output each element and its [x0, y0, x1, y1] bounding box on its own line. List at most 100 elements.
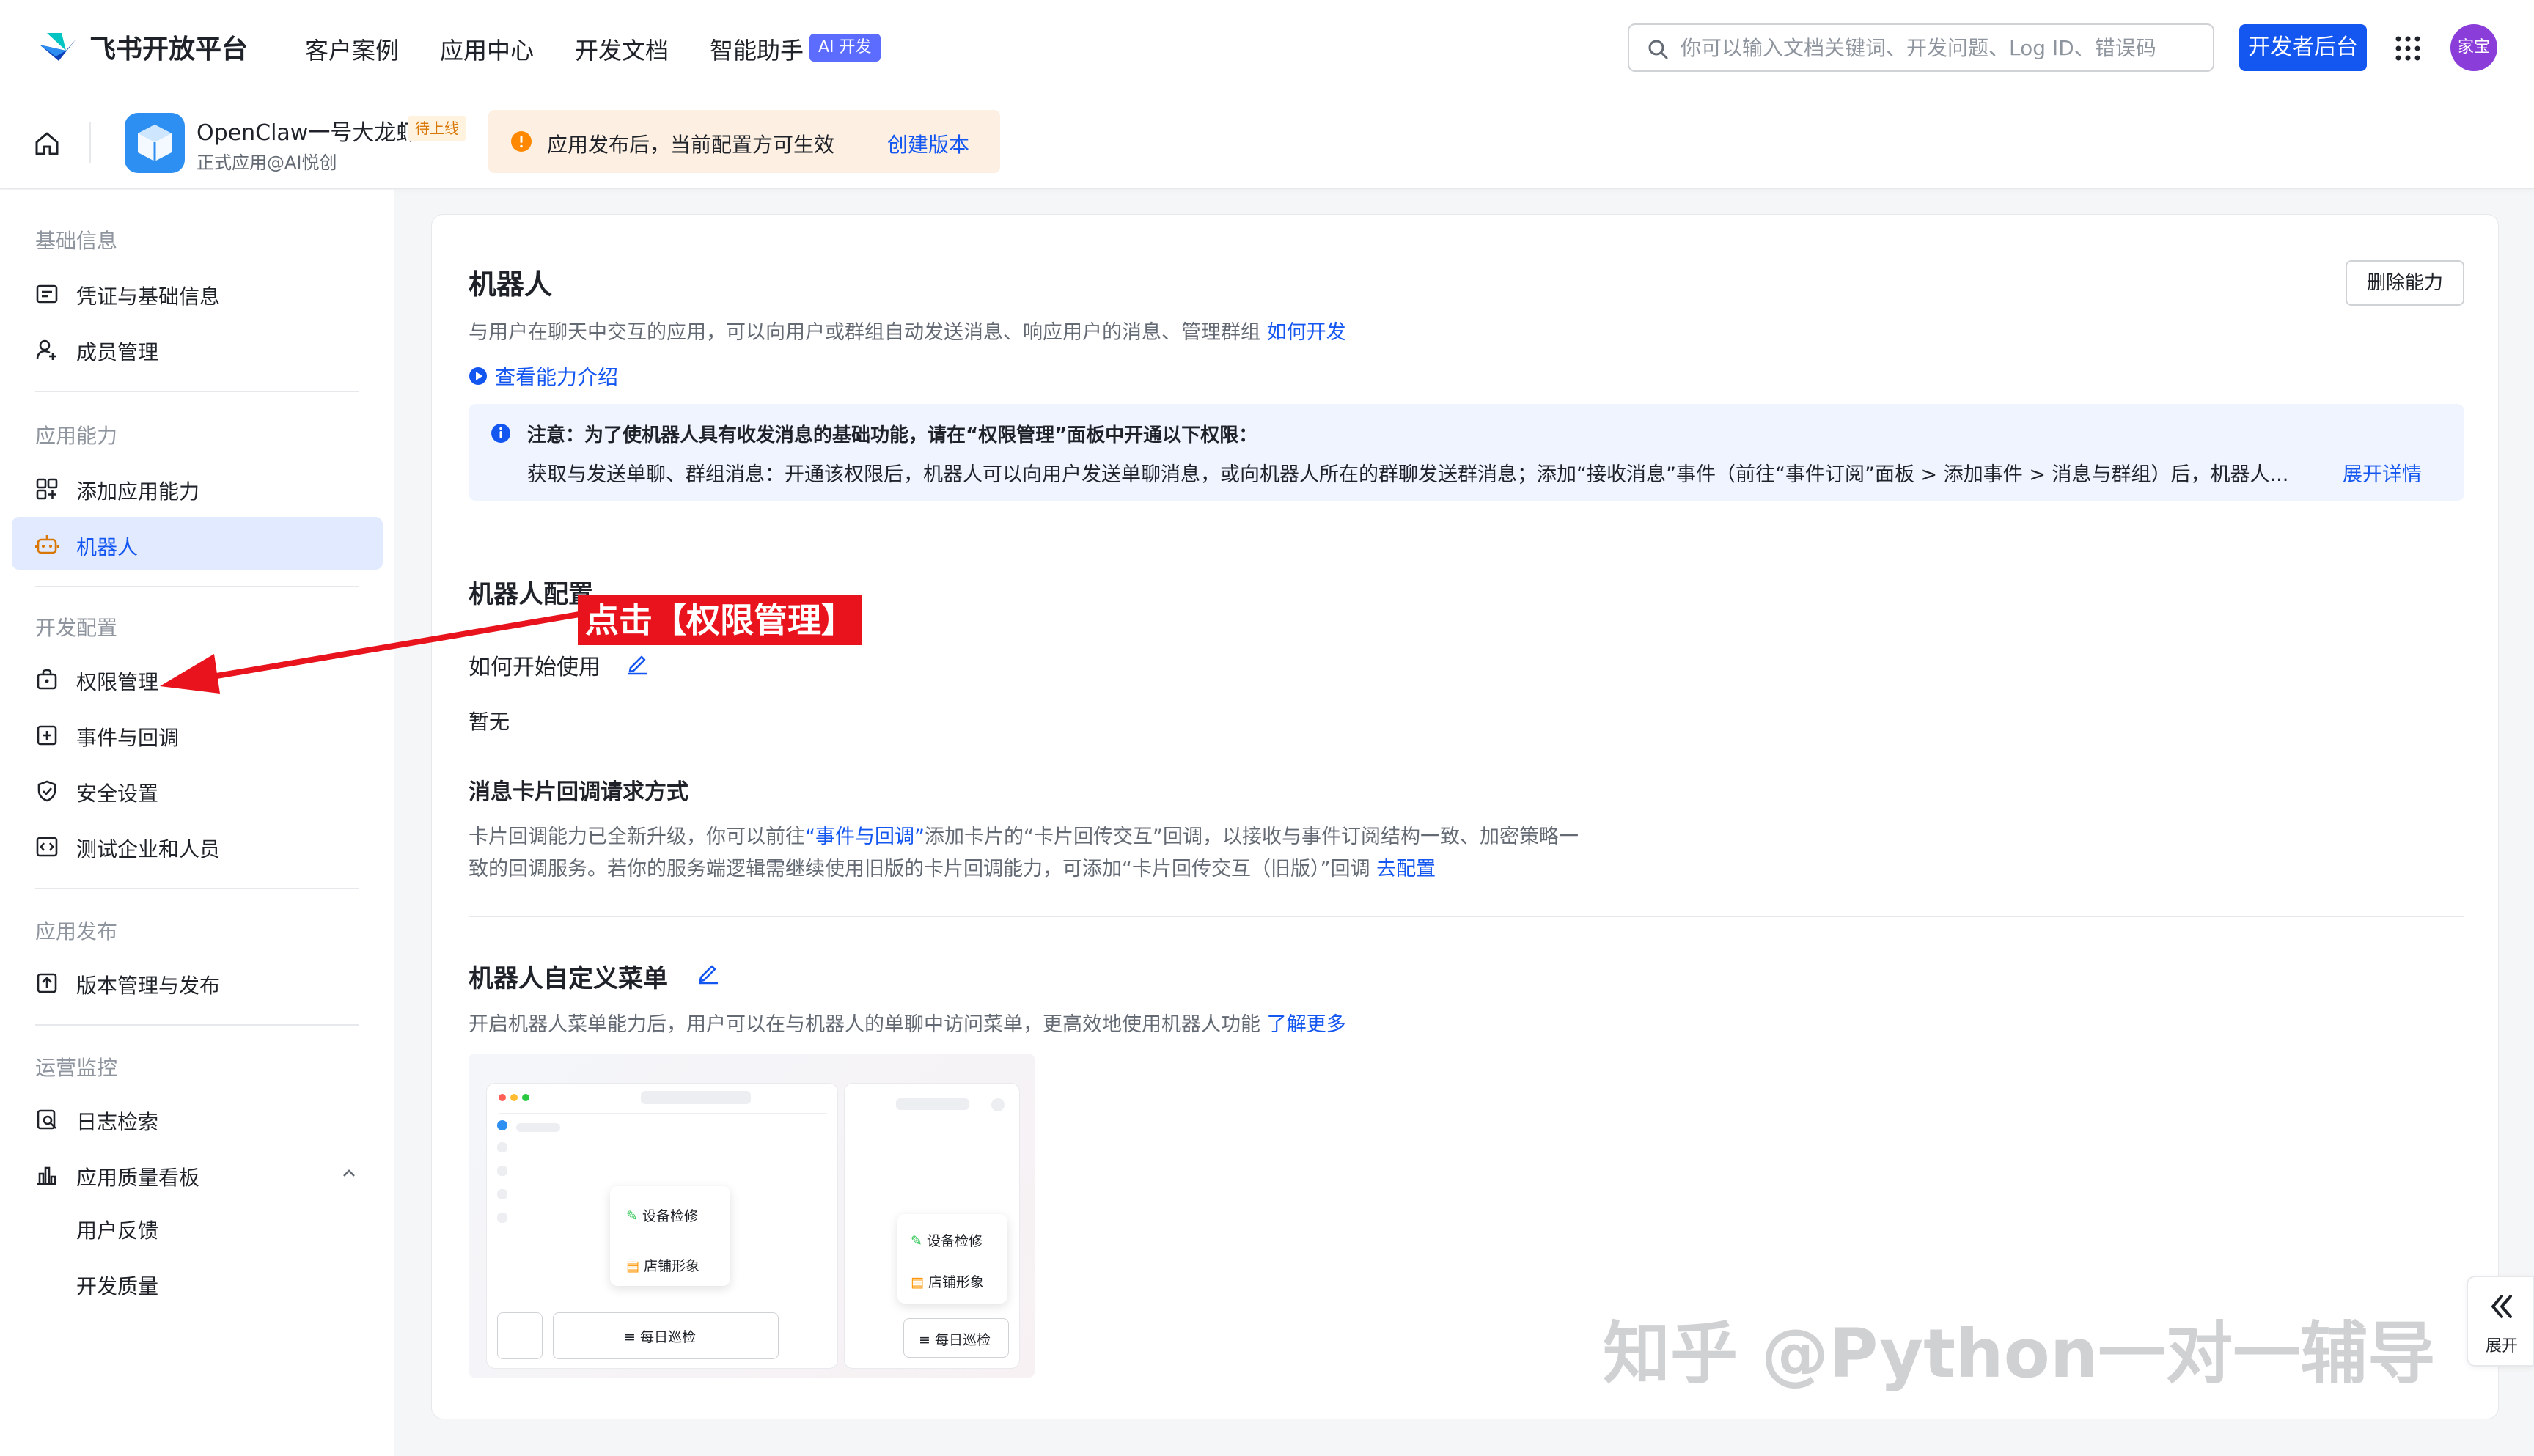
preview-avatar [497, 1120, 507, 1130]
user-avatar[interactable]: 家宝 [2450, 24, 2497, 71]
preview-mobile-window: ✎ 设备检修 ▤ 店铺形象 ≡ 每日巡检 [844, 1083, 1020, 1369]
warning-icon [511, 131, 532, 152]
sidebar-item-events[interactable]: 事件与回调 [12, 707, 383, 760]
events-callback-link[interactable]: “事件与回调” [805, 826, 925, 848]
chevron-up-icon[interactable] [339, 1163, 359, 1184]
nav-link-assistant[interactable]: 智能助手 [710, 32, 804, 66]
callback-desc-text-b: 添加卡片的“卡片回传交互”回调，以接收与事件订阅结构一致、加密策略一 [924, 826, 1579, 848]
sidebar-item-versions[interactable]: 版本管理与发布 [12, 955, 383, 1008]
sidebar-item-label: 机器人 [76, 535, 139, 559]
sidebar-subitem-dev-quality[interactable]: 开发质量 [76, 1271, 158, 1300]
search-icon [1648, 40, 1668, 59]
preview-desktop-window: ✎ 设备检修 ▤ 店铺形象 ≡ 每日巡检 [486, 1083, 838, 1369]
callback-desc-text-c: 致的回调服务。若你的服务端逻辑需继续使用旧版的卡片回调能力，可添加“卡片回传交互… [469, 858, 1370, 880]
callback-desc-text-a: 卡片回调能力已全新升级，你可以前往 [469, 826, 805, 848]
preview-keyboard-button [852, 1318, 878, 1358]
shield-icon [37, 780, 56, 802]
sidebar-item-label: 应用质量看板 [76, 1166, 200, 1190]
custom-menu-preview: ✎ 设备检修 ▤ 店铺形象 ≡ 每日巡检 ✎ 设备检修 ▤ 店铺形象 ≡ 每日巡… [469, 1054, 1035, 1378]
brand-name: 飞书开放平台 [89, 34, 249, 65]
log-search-icon [37, 1109, 56, 1130]
custom-menu-desc: 开启机器人菜单能力后，用户可以在与机器人的单聊中访问菜单，更高效地使用机器人功能… [469, 1008, 1346, 1037]
sidebar-group-release: 应用发布 [35, 919, 118, 944]
sidebar-item-label: 测试企业和人员 [76, 837, 221, 861]
sidebar-item-logs[interactable]: 日志检索 [12, 1092, 383, 1144]
feishu-logo-icon [40, 33, 76, 61]
double-chevron-left-icon [2491, 1295, 2512, 1318]
custom-menu-desc-text: 开启机器人菜单能力后，用户可以在与机器人的单聊中访问菜单，更高效地使用机器人功能 [469, 1013, 1260, 1036]
user-add-icon [36, 339, 56, 360]
sidebar-divider [35, 888, 359, 889]
sidebar-divider [35, 1024, 359, 1026]
nav-link-app-center[interactable]: 应用中心 [440, 32, 534, 66]
expand-details-link[interactable]: 展开详情 [2343, 458, 2422, 487]
preview-bar [497, 1189, 507, 1199]
apps-grid-icon[interactable] [2395, 35, 2421, 62]
sidebar-item-label: 安全设置 [76, 782, 159, 806]
sidebar-item-members[interactable]: 成员管理 [12, 322, 383, 375]
annotation-callout: 点击【权限管理】 [578, 595, 862, 645]
sidebar-item-add-capability[interactable]: 添加应用能力 [12, 461, 383, 514]
how-to-develop-link[interactable]: 如何开发 [1267, 321, 1346, 344]
watermark: 知乎 @Python一对一辅导 [1603, 1315, 2436, 1393]
sidebar-item-security[interactable]: 安全设置 [12, 763, 383, 816]
bar-chart-icon [37, 1166, 56, 1185]
preview-menu-input: ≡ 每日巡检 [553, 1312, 779, 1359]
developer-console-button[interactable]: 开发者后台 [2239, 24, 2367, 71]
preview-menu-item: ▤ 店铺形象 [626, 1258, 700, 1274]
window-dot [522, 1094, 529, 1101]
capability-intro-link[interactable]: 查看能力介绍 [469, 361, 618, 391]
delete-capability-button[interactable]: 删除能力 [2346, 260, 2464, 306]
sidebar-item-credentials[interactable]: 凭证与基础信息 [12, 266, 383, 319]
expand-panel-button[interactable]: 展开 [2467, 1276, 2534, 1367]
sidebar: 基础信息 凭证与基础信息 成员管理 应用能力 添加应用能力 机器人 开发配置 权… [0, 190, 394, 1456]
plus-square-icon [37, 725, 57, 746]
sidebar-item-label: 添加应用能力 [76, 479, 200, 504]
sidebar-item-quality-board[interactable]: 应用质量看板 [12, 1147, 383, 1200]
sidebar-item-label: 版本管理与发布 [76, 974, 221, 998]
home-icon[interactable] [32, 129, 62, 158]
capability-intro-label: 查看能力介绍 [495, 365, 619, 389]
search-input[interactable] [1681, 25, 2194, 70]
app-header: OpenClaw一号大龙虾 待上线 正式应用@AI悦创 应用发布后，当前配置方可… [0, 95, 2534, 189]
section-divider [469, 916, 2464, 917]
bot-description: 与用户在聊天中交互的应用，可以向用户或群组自动发送消息、响应用户的消息、管理群组… [469, 316, 1346, 345]
app-subtitle: 正式应用@AI悦创 [197, 152, 337, 173]
go-configure-link[interactable]: 去配置 [1376, 858, 1436, 880]
card-callback-title: 消息卡片回调请求方式 [469, 779, 688, 805]
learn-more-link[interactable]: 了解更多 [1267, 1013, 1346, 1036]
sidebar-subitem-feedback[interactable]: 用户反馈 [76, 1215, 158, 1244]
cube-icon [138, 125, 172, 161]
bot-description-text: 与用户在聊天中交互的应用，可以向用户或群组自动发送消息、响应用户的消息、管理群组 [469, 321, 1260, 344]
sidebar-group-monitoring: 运营监控 [35, 1056, 118, 1080]
preview-menu-popup: ✎ 设备检修 ▤ 店铺形象 [610, 1186, 730, 1286]
brand-logo[interactable]: 飞书开放平台 [37, 28, 248, 66]
info-icon [491, 424, 510, 443]
sidebar-item-test-tenant[interactable]: 测试企业和人员 [12, 819, 383, 872]
preview-input-label: ≡ 每日巡检 [624, 1329, 696, 1345]
preview-bar [499, 1113, 827, 1114]
edit-icon[interactable] [696, 960, 721, 985]
preview-bar [896, 1098, 969, 1110]
ai-badge: AI 开发 [809, 34, 881, 62]
search-box[interactable] [1628, 23, 2214, 72]
bot-capability-card: 机器人 删除能力 与用户在聊天中交互的应用，可以向用户或群组自动发送消息、响应用… [431, 214, 2499, 1419]
edit-icon[interactable] [625, 650, 650, 675]
app-status-badge: 待上线 [408, 116, 466, 141]
sidebar-group-basic: 基础信息 [35, 229, 118, 253]
nav-link-docs[interactable]: 开发文档 [575, 32, 669, 66]
tip-title: 注意：为了使机器人具有收发消息的基础功能，请在“权限管理”面板中开通以下权限： [527, 424, 1258, 446]
app-icon [125, 113, 185, 173]
apps-add-icon [36, 478, 58, 500]
nav-link-cases[interactable]: 客户案例 [305, 32, 399, 66]
sidebar-item-label: 凭证与基础信息 [76, 284, 221, 309]
header-divider [89, 122, 91, 163]
upload-box-icon [37, 973, 57, 993]
sidebar-item-label: 事件与回调 [76, 726, 180, 750]
window-dot [510, 1094, 518, 1101]
create-version-link[interactable]: 创建版本 [887, 129, 969, 158]
sidebar-divider [35, 586, 359, 587]
sidebar-item-bot[interactable]: 机器人 [12, 517, 383, 570]
annotation-arrow-icon [160, 611, 582, 694]
card-callback-desc-line2: 致的回调服务。若你的服务端逻辑需继续使用旧版的卡片回调能力，可添加“卡片回传交互… [469, 853, 1436, 881]
